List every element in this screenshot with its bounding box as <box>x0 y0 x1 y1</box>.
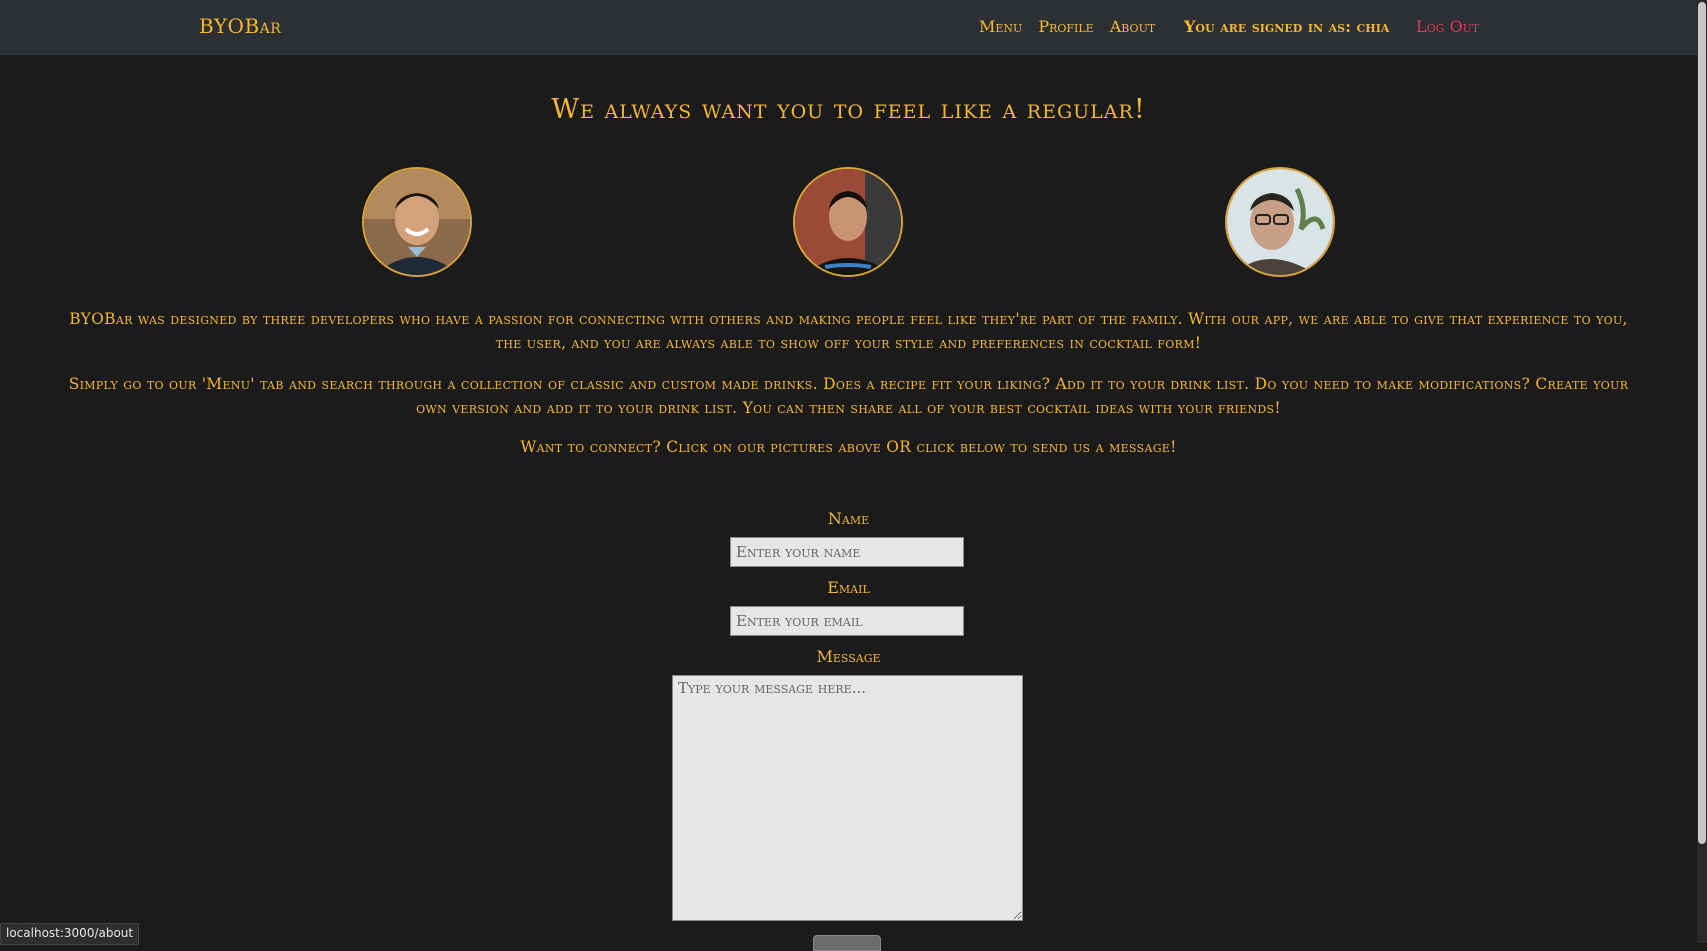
logout-link[interactable]: Log Out <box>1416 17 1479 36</box>
nav-menu-link[interactable]: Menu <box>979 17 1022 36</box>
about-paragraph-2: Simply go to our 'Menu' tab and search t… <box>68 375 1629 417</box>
submit-button[interactable] <box>813 935 881 951</box>
nav-profile-link[interactable]: Profile <box>1038 17 1093 36</box>
name-label: Name <box>827 509 870 528</box>
message-label: Message <box>816 647 881 666</box>
brand-logo[interactable]: BYOBar <box>199 14 281 38</box>
vertical-scrollbar[interactable] <box>1697 0 1707 943</box>
page-title: We always want you to feel like a regula… <box>551 94 1146 125</box>
nav-links: Menu Profile About <box>979 17 1155 36</box>
name-input[interactable] <box>730 537 964 567</box>
signed-in-text: You are signed in as: chia <box>1184 17 1390 36</box>
navbar: BYOBar Menu Profile About You are signed… <box>0 0 1697 55</box>
about-paragraph-1: BYOBar was designed by three developers … <box>69 310 1628 352</box>
developer-avatar-3[interactable] <box>1225 167 1335 277</box>
status-url: localhost:3000/about <box>0 923 140 945</box>
developer-avatar-2[interactable] <box>793 167 903 277</box>
about-paragraph-3: Want to connect? Click on our pictures a… <box>520 438 1177 456</box>
email-input[interactable] <box>730 606 964 636</box>
message-textarea[interactable] <box>672 675 1023 921</box>
email-label: Email <box>827 578 870 597</box>
nav-about-link[interactable]: About <box>1110 17 1155 36</box>
developer-avatar-1[interactable] <box>362 167 472 277</box>
scrollbar-thumb[interactable] <box>1698 2 1706 844</box>
